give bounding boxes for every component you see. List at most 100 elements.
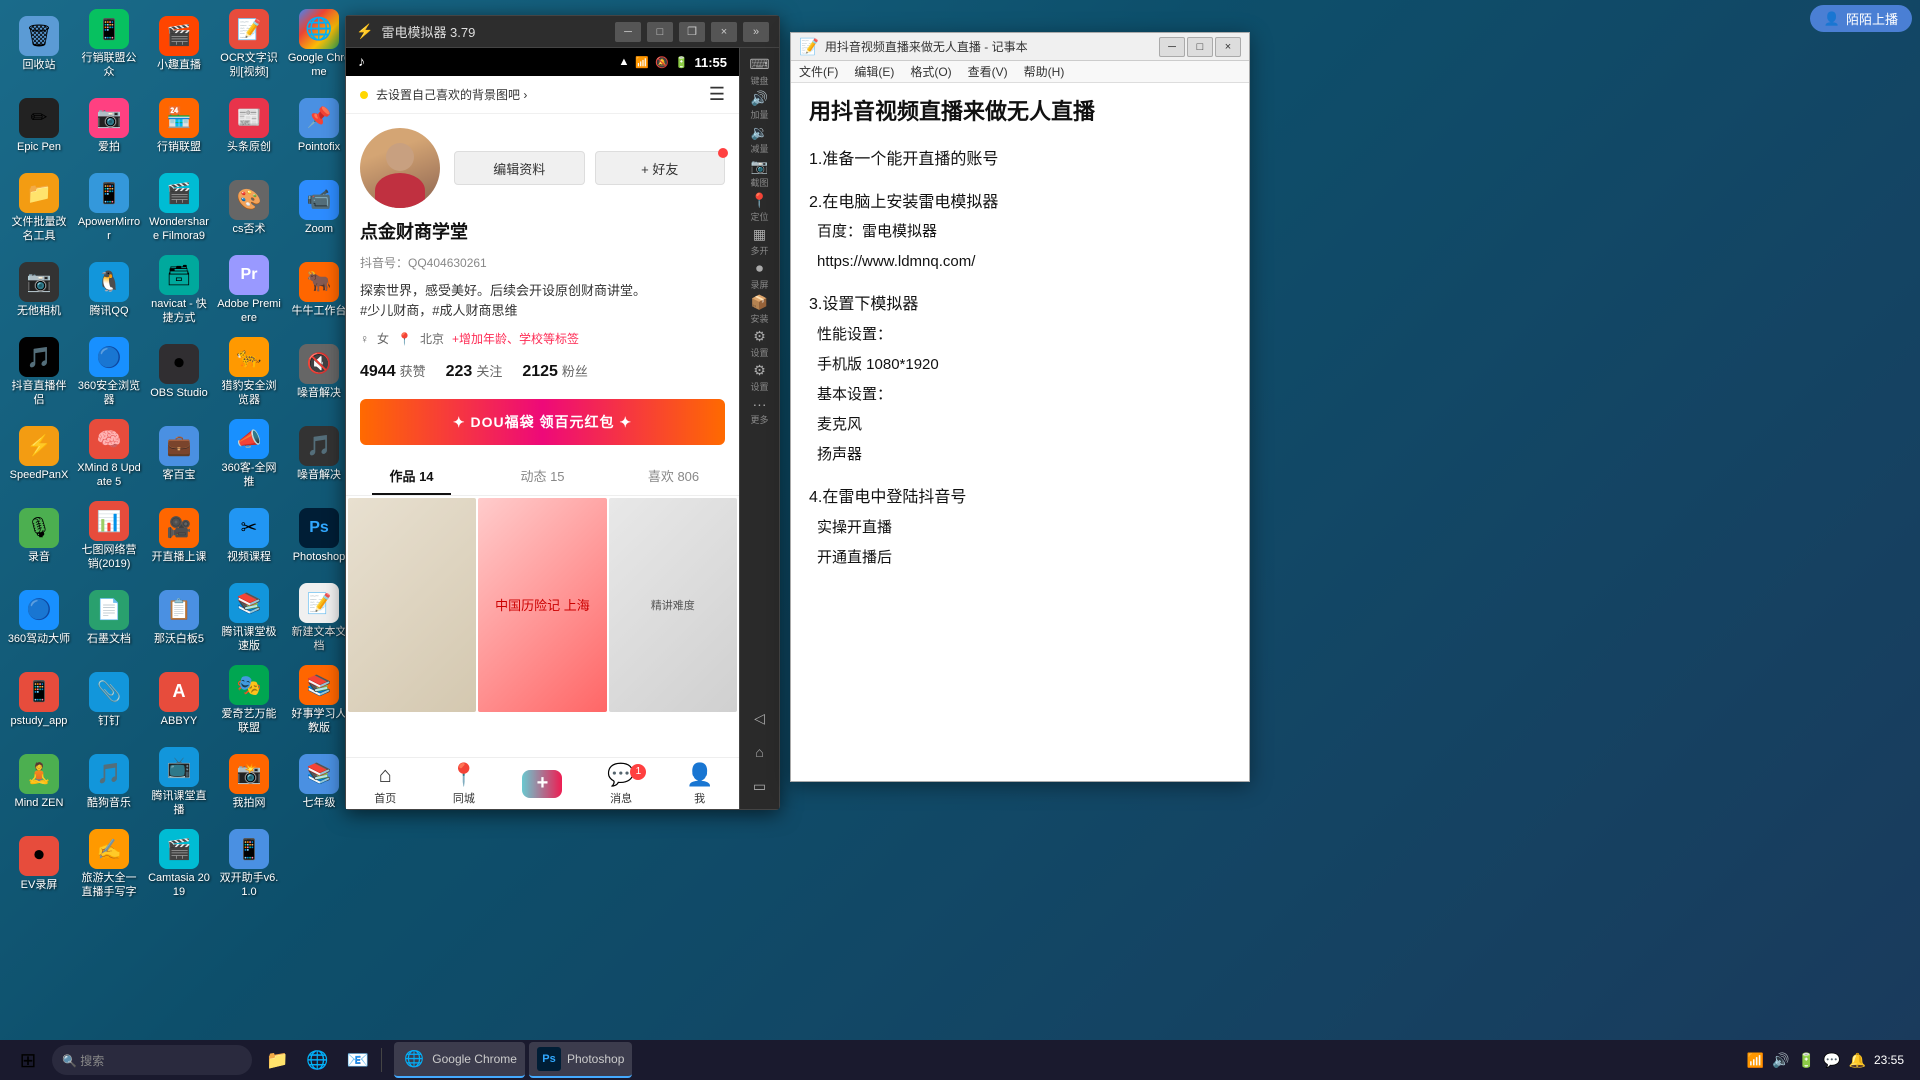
icon-zoom[interactable]: 📹 Zoom	[285, 169, 353, 247]
icon-xiaoqu[interactable]: 🎬 小趣直播	[145, 5, 213, 83]
emulator-expand-btn[interactable]: »	[743, 22, 769, 42]
icon-360jiasheng[interactable]: 🔵 360驾动大师	[5, 579, 73, 657]
emulator-close-btn[interactable]: ×	[711, 22, 737, 42]
tray-battery-icon[interactable]: 🔋	[1798, 1052, 1815, 1069]
icon-epic-pen[interactable]: ✏ Epic Pen	[5, 87, 73, 165]
icon-aipai[interactable]: 📷 爱拍	[75, 87, 143, 165]
icon-premiere[interactable]: Pr Adobe Premiere	[215, 251, 283, 329]
icon-camtasia[interactable]: 🎬 Camtasia 2019	[145, 825, 213, 903]
cortana-search[interactable]: 🔍 搜索	[52, 1045, 252, 1075]
tab-works[interactable]: 作品 14	[346, 455, 477, 495]
icon-clip[interactable]: ✂ 视频课程	[215, 497, 283, 575]
tray-network-icon[interactable]: 📶	[1747, 1052, 1764, 1069]
icon-pstudy[interactable]: 📱 pstudy_app	[5, 661, 73, 739]
nav-local[interactable]: 📍 同城	[425, 762, 504, 806]
sidebar-location-btn[interactable]: 📍 定位	[743, 192, 777, 222]
icon-kebai[interactable]: 💼 客百宝	[145, 415, 213, 493]
nav-create[interactable]: +	[503, 770, 582, 798]
notepad-content-area[interactable]: 用抖音视频直播来做无人直播 1.准备一个能开直播的账号 2.在电脑上安装雷电模拟…	[791, 83, 1249, 781]
create-plus-btn[interactable]: +	[522, 770, 562, 798]
icon-haoshi[interactable]: 📚 好事学习人教版	[285, 661, 353, 739]
icon-apowermirror[interactable]: 📱 ApowerMirror	[75, 169, 143, 247]
icon-google-chrome[interactable]: 🌐 Google Chrome	[285, 5, 353, 83]
icon-recycle-bin[interactable]: 🗑 回收站	[5, 5, 73, 83]
taskbar-edge[interactable]: 🌐	[298, 1042, 336, 1078]
sidebar-task-btn[interactable]: ▭	[743, 771, 777, 801]
icon-shimo[interactable]: 📄 石墨文档	[75, 579, 143, 657]
taskbar-file-explorer[interactable]: 📁	[258, 1042, 296, 1078]
add-friend-btn[interactable]: + 好友	[595, 151, 726, 185]
icon-tencent-class-live[interactable]: 📺 腾讯课堂直播	[145, 743, 213, 821]
icon-dingding[interactable]: 📎 钉钉	[75, 661, 143, 739]
dou-banner[interactable]: ✦ DOU福袋 领百元红包 ✦	[360, 399, 725, 445]
sidebar-settings-btn[interactable]: ⚙ 设置	[743, 328, 777, 358]
emulator-restore-btn[interactable]: ❐	[679, 22, 705, 42]
sidebar-keyboard-btn[interactable]: ⌨ 键盘	[743, 56, 777, 86]
notepad-maximize-btn[interactable]: □	[1187, 37, 1213, 57]
tab-dynamic[interactable]: 动态 15	[477, 455, 608, 495]
tray-msg-icon[interactable]: 💬	[1823, 1052, 1840, 1069]
hamburger-menu[interactable]: ☰	[709, 84, 725, 105]
icon-navicat[interactable]: 🗃 navicat - 快捷方式	[145, 251, 213, 329]
icon-toutiao[interactable]: 📰 头条原创	[215, 87, 283, 165]
icon-wuhe[interactable]: 📷 无他相机	[5, 251, 73, 329]
tray-volume-icon[interactable]: 🔊	[1772, 1052, 1789, 1069]
menu-help[interactable]: 帮助(H)	[1024, 63, 1065, 80]
sidebar-back-btn[interactable]: ◁	[743, 703, 777, 733]
nav-messages[interactable]: 💬 消息 1	[582, 762, 661, 806]
sidebar-vol-up-btn[interactable]: 🔊 加量	[743, 90, 777, 120]
icon-qinianji[interactable]: 📚 七年级	[285, 743, 353, 821]
icon-kaizhibao[interactable]: 🎥 开直播上课	[145, 497, 213, 575]
menu-edit[interactable]: 编辑(E)	[854, 63, 894, 80]
icon-wopai[interactable]: 📸 我拍网	[215, 743, 283, 821]
emulator-maximize-btn[interactable]: □	[647, 22, 673, 42]
add-tags-btn[interactable]: +增加年龄、学校等标签	[452, 330, 579, 347]
icon-noise2[interactable]: 🎵 噪音解决	[285, 415, 353, 493]
icon-nawo[interactable]: 📋 那沃白板5	[145, 579, 213, 657]
tiktok-profile-content[interactable]: 去设置自己喜欢的背景图吧 › ☰ 编辑资料	[346, 76, 739, 757]
sidebar-multiopen-btn[interactable]: ▦ 多开	[743, 226, 777, 256]
icon-360browser[interactable]: 🔵 360安全浏览器	[75, 333, 143, 411]
start-button[interactable]: ⊞	[8, 1040, 48, 1080]
icon-abbyy[interactable]: A ABBYY	[145, 661, 213, 739]
icon-double-open[interactable]: 📱 双开助手v6.1.0	[215, 825, 283, 903]
icon-niuniu[interactable]: 🐂 牛牛工作台	[285, 251, 353, 329]
icon-speedpanx[interactable]: ⚡ SpeedPanX	[5, 415, 73, 493]
sidebar-record-btn[interactable]: ⏺ 录屏	[743, 260, 777, 290]
icon-evluping[interactable]: ⏺ EV录屏	[5, 825, 73, 903]
icon-qitu[interactable]: 📊 七图网络营销(2019)	[75, 497, 143, 575]
icon-xmind[interactable]: 🧠 XMind 8 Update 5	[75, 415, 143, 493]
thumb-3[interactable]: 精讲难度	[609, 498, 737, 712]
menu-view[interactable]: 查看(V)	[968, 63, 1008, 80]
sidebar-more-btn[interactable]: ··· 更多	[743, 396, 777, 426]
icon-aiqiyi[interactable]: 🎭 爱奇艺万能联盟	[215, 661, 283, 739]
notification-bar[interactable]: 去设置自己喜欢的背景图吧 › ☰	[346, 76, 739, 114]
nav-home[interactable]: ⌂ 首页	[346, 762, 425, 806]
icon-tengxun-class[interactable]: 📚 腾讯课堂极速版	[215, 579, 283, 657]
tab-likes[interactable]: 喜欢 806	[608, 455, 739, 495]
floating-momoshangbo-btn[interactable]: 👤 陌陌上播	[1810, 5, 1912, 32]
sidebar-settings2-btn[interactable]: ⚙ 设置	[743, 362, 777, 392]
taskbar-photoshop[interactable]: Ps Photoshop	[529, 1042, 632, 1078]
icon-file-batch[interactable]: 📁 文件批量改名工具	[5, 169, 73, 247]
icon-recording[interactable]: 🎙 录音	[5, 497, 73, 575]
sidebar-vol-down-btn[interactable]: 🔉 减量	[743, 124, 777, 154]
icon-qq[interactable]: 🐧 腾讯QQ	[75, 251, 143, 329]
edit-profile-btn[interactable]: 编辑资料	[454, 151, 585, 185]
sidebar-home-btn[interactable]: ⌂	[743, 737, 777, 767]
notepad-close-btn[interactable]: ×	[1215, 37, 1241, 57]
icon-ocr-video[interactable]: 📝 OCR文字识别[视频]	[215, 5, 283, 83]
icon-liebao[interactable]: 🐆 猎豹安全浏览器	[215, 333, 283, 411]
icon-hangxiao2[interactable]: 🏪 行销联盟	[145, 87, 213, 165]
sidebar-screenshot-btn[interactable]: 📷 截图	[743, 158, 777, 188]
emulator-minimize-btn[interactable]: ─	[615, 22, 641, 42]
icon-travel[interactable]: ✍ 旅游大全一直播手写字	[75, 825, 143, 903]
taskbar-outlook[interactable]: 📧	[339, 1042, 377, 1078]
icon-mindzen[interactable]: 🧘 Mind ZEN	[5, 743, 73, 821]
icon-noise[interactable]: 🔇 噪音解决	[285, 333, 353, 411]
tray-notification-icon[interactable]: 🔔	[1849, 1052, 1866, 1069]
sidebar-install-btn[interactable]: 📦 安装	[743, 294, 777, 324]
icon-pointofix[interactable]: 📌 Pointofix	[285, 87, 353, 165]
thumb-2[interactable]: 中国历险记 上海	[478, 498, 606, 712]
icon-filmora[interactable]: 🎬 Wondershare Filmora9	[145, 169, 213, 247]
